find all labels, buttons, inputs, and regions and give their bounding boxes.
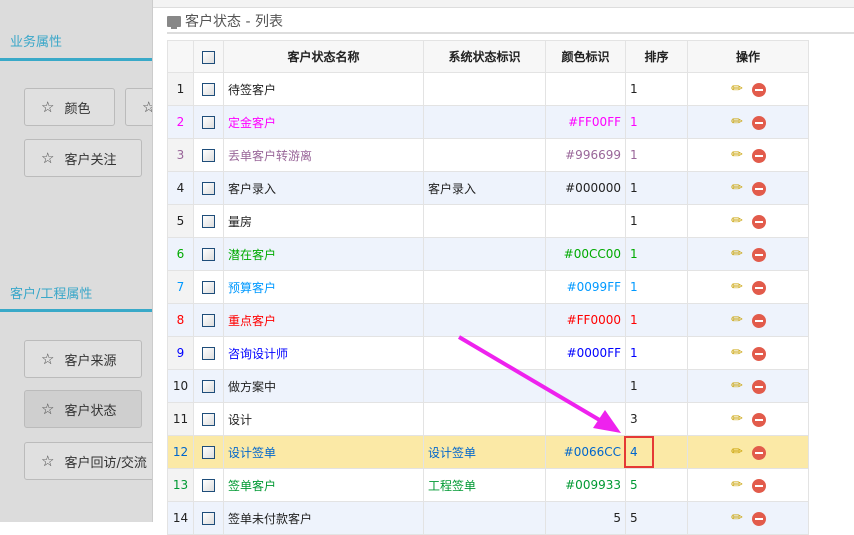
- button-label: 客户来源: [64, 353, 117, 369]
- star-icon: ☆: [41, 149, 55, 167]
- button-label: 客户回访/交流: [64, 455, 147, 471]
- star-icon: ☆: [41, 400, 55, 418]
- divider: [0, 58, 152, 61]
- star-icon: ☆: [41, 350, 55, 368]
- customer-source-button[interactable]: ☆ 客户来源: [24, 340, 142, 378]
- annotation-arrow: [457, 335, 621, 433]
- customer-visit-button[interactable]: ☆ 客户回访/交流: [24, 442, 152, 480]
- settings-sidebar: 业务属性 ☆ 颜色 ☆ ☆ 客户关注 客户/工程属性 ☆ 客户来源 ☆ 客户状态 ☆ 客户…: [0, 0, 152, 522]
- star-icon: ☆: [41, 452, 55, 470]
- customer-follow-button[interactable]: ☆ 客户关注: [24, 139, 142, 177]
- customer-status-button[interactable]: ☆ 客户状态: [24, 390, 142, 428]
- button-label: 颜色: [64, 101, 91, 117]
- color-button[interactable]: ☆ 颜色: [24, 88, 115, 126]
- button-label: 客户关注: [64, 152, 117, 168]
- divider: [0, 309, 152, 312]
- hidden-button[interactable]: ☆: [125, 88, 152, 126]
- button-label: 客户状态: [64, 403, 117, 419]
- star-icon: ☆: [41, 98, 55, 116]
- main-panel: 客户状态 - 列表 客户状态名称 系统状态标识 颜色标识 排序 操作 1 待签客…: [152, 0, 854, 535]
- star-icon: ☆: [142, 98, 152, 116]
- section-title-business: 业务属性: [10, 35, 63, 50]
- section-title-customer: 客户/工程属性: [10, 287, 93, 302]
